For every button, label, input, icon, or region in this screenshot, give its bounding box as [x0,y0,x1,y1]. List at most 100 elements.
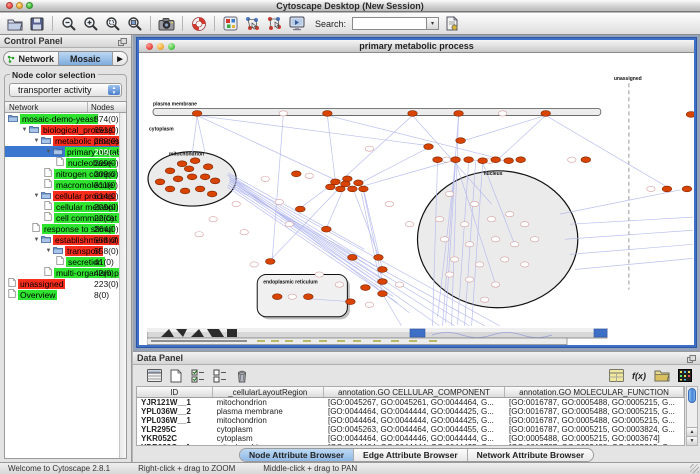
network-node[interactable] [190,158,200,164]
network-node[interactable] [348,186,358,192]
create-attribute-icon[interactable] [167,368,185,384]
network-node-unselected[interactable] [315,272,323,277]
network-node-unselected[interactable] [445,272,453,277]
network-node[interactable] [192,110,202,116]
network-node[interactable] [272,294,282,300]
network-node[interactable] [451,157,461,163]
network-node[interactable] [323,110,333,116]
table-row[interactable]: YKR052Ccytoplasm[GO:0044464, GO:0044446,… [137,434,684,443]
network-node-unselected[interactable] [385,201,393,206]
network-node[interactable] [265,259,275,265]
tree-column-network[interactable]: Network [5,102,87,112]
network-node-unselected[interactable] [288,294,296,299]
network-node[interactable] [456,138,466,144]
tree-row-cell-communicat[interactable]: cell communicat22(0) [5,212,126,223]
network-node-unselected[interactable] [240,230,248,235]
tree-row-establishment-of-lo[interactable]: ▼establishment of lo558(0) [5,234,126,245]
network-node[interactable] [291,171,301,177]
tree-scrollbar[interactable] [119,113,126,458]
table-row[interactable]: YJR121W__1mitochondrion[GO:0045267, GO:0… [137,398,684,407]
tree-row-nucleobase-[interactable]: nucleobase-209(0) [5,157,126,168]
network-node[interactable] [378,279,388,285]
network-node-unselected[interactable] [465,277,473,282]
tab-mosaic[interactable]: Mosaic [59,52,114,65]
search-dropdown-icon[interactable]: ▾ [426,17,439,30]
frame-zoom-button[interactable] [168,43,175,50]
network-node[interactable] [378,291,388,297]
unselect-all-attributes-icon[interactable] [211,368,229,384]
import-attributes-icon[interactable] [607,368,625,384]
close-window-button[interactable] [6,2,13,9]
save-session-icon[interactable] [27,15,46,33]
network-node-unselected[interactable] [520,222,528,227]
network-node-unselected[interactable] [520,262,528,267]
network-node-unselected[interactable] [365,302,373,307]
help-icon[interactable] [189,15,208,33]
network-node[interactable] [346,299,356,305]
network-node[interactable] [326,184,336,190]
node-color-dropdown[interactable]: transporter activity ▲▼ [9,83,122,97]
network-node-unselected[interactable] [261,176,269,181]
network-node-unselected[interactable] [475,262,483,267]
tree-expander-icon[interactable]: ▼ [20,127,29,133]
network-node[interactable] [295,206,305,212]
network-node[interactable] [662,186,672,192]
network-node[interactable] [541,110,551,116]
tree-row-biological-process[interactable]: ▼biological_process651(0) [5,124,126,135]
tree-row-metabolic-process[interactable]: ▼metabolic process280(0) [5,135,126,146]
tree-row-cellular-process[interactable]: ▼cellular process614(0) [5,190,126,201]
network-canvas[interactable]: plasma membranecytoplasmmitochondrionnuc… [139,53,694,345]
network-node-unselected[interactable] [275,199,283,204]
column-molecular-function[interactable]: annotation.GO MOLECULAR_FUNCTION [505,387,684,397]
network-node-unselected[interactable] [500,257,508,262]
network-node[interactable] [348,254,358,260]
network-node-unselected[interactable] [395,282,403,287]
table-row[interactable]: YPL036W__2plasma membrane[GO:0044464, GO… [137,407,684,416]
frame-minimize-button[interactable] [157,43,164,50]
network-node[interactable] [173,176,183,182]
network-node[interactable] [581,157,591,163]
matrix-icon[interactable] [676,368,694,384]
zoom-fit-icon[interactable] [125,15,144,33]
tree-row-mosaic-demo-yeast[interactable]: mosaic-demo-yeast874(0) [5,113,126,124]
network-node-unselected[interactable] [305,173,313,178]
minimize-window-button[interactable] [16,2,23,9]
network-node-unselected[interactable] [279,111,287,116]
network-node-unselected[interactable] [450,257,458,262]
network-node-unselected[interactable] [405,222,413,227]
network-node[interactable] [322,226,332,232]
tab-edge-attribute-browser[interactable]: Edge Attribute Browser [354,449,468,461]
scrollbar-thumb[interactable] [688,388,696,403]
float-data-panel-icon[interactable] [687,354,696,367]
network-node[interactable] [454,110,464,116]
network-node-unselected[interactable] [285,222,293,227]
tree-column-nodes[interactable]: Nodes [87,102,126,112]
tree-row-multi-organism-pro[interactable]: multi-organism pro42(0) [5,267,126,278]
tree-row-unassigned[interactable]: unassigned223(0) [5,278,126,289]
frame-close-button[interactable] [146,43,153,50]
combo-stepper-icon[interactable]: ▲▼ [108,85,120,95]
tab-node-attribute-browser[interactable]: Node Attribute Browser [240,449,354,461]
network-node[interactable] [516,157,526,163]
tree-row-overview[interactable]: Overview8(0) [5,289,126,300]
export-network-icon[interactable] [265,15,284,33]
tree-expander-icon[interactable]: ▼ [32,193,41,199]
network-node[interactable] [341,181,351,187]
network-node[interactable] [187,174,197,180]
network-node-unselected[interactable] [480,297,488,302]
tree-row-secretion[interactable]: secretion41(0) [5,256,126,267]
tree-expander-icon[interactable]: ▼ [32,237,41,243]
network-node-unselected[interactable] [465,242,473,247]
tree-expander-icon[interactable]: ▼ [44,149,53,155]
network-node-unselected[interactable] [335,282,343,287]
network-node-unselected[interactable] [491,237,499,242]
network-node-unselected[interactable] [435,217,443,222]
select-all-attributes-icon[interactable] [189,368,207,384]
network-node-unselected[interactable] [440,237,448,242]
network-node[interactable] [682,186,692,192]
network-node[interactable] [504,158,514,164]
snapshot-icon[interactable] [157,15,176,33]
network-node-unselected[interactable] [647,186,655,191]
scroll-down-icon[interactable]: ▼ [687,436,697,445]
table-row[interactable]: YPL036W__1mitochondrion[GO:0044464, GO:0… [137,416,684,425]
